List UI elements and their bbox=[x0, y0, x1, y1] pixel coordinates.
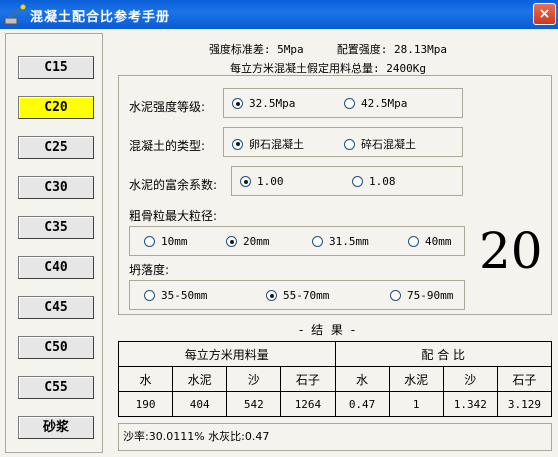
col-cement: 水泥 bbox=[172, 366, 228, 392]
grade-button-c55[interactable]: C55 bbox=[18, 376, 94, 399]
grade-button-c30[interactable]: C30 bbox=[18, 176, 94, 199]
crushed-stone-concrete-option[interactable]: 碎石混凝土 bbox=[344, 136, 416, 152]
water-ratio: 0.47 bbox=[334, 391, 390, 417]
col-cement-ratio: 水泥 bbox=[388, 366, 444, 392]
table-column-row: 水 水泥 沙 石子 水 水泥 沙 石子 bbox=[117, 366, 553, 392]
cement-grade-label: 水泥强度等级: bbox=[129, 100, 206, 114]
cement-grade-32-5-option[interactable]: 32.5Mpa bbox=[232, 97, 295, 110]
aggregate-40mm-option[interactable]: 40mm bbox=[408, 235, 452, 248]
results-table: 每立方米用料量 配 合 比 水 水泥 沙 石子 水 水泥 沙 石子 190 40… bbox=[117, 341, 553, 417]
slump-value-display: 20 bbox=[479, 222, 543, 280]
radio-selected-icon[interactable] bbox=[266, 290, 277, 301]
col-sand: 沙 bbox=[226, 366, 282, 392]
grade-button-c45[interactable]: C45 bbox=[18, 296, 94, 319]
radio-icon[interactable] bbox=[344, 98, 355, 109]
radio-selected-icon[interactable] bbox=[226, 236, 237, 247]
cement-surplus-label: 水泥的富余系数: bbox=[129, 178, 218, 192]
aggregate-31-5mm-option[interactable]: 31.5mm bbox=[312, 235, 369, 248]
close-icon: × bbox=[538, 6, 551, 22]
main-panel: 强度标准差: 5Mpa 配置强度: 28.13Mpa 每立方米混凝土假定用料总量… bbox=[108, 29, 556, 457]
col-sand-ratio: 沙 bbox=[442, 366, 498, 392]
radio-icon[interactable] bbox=[390, 290, 401, 301]
radio-icon[interactable] bbox=[408, 236, 419, 247]
cement-surplus-group: 1.00 1.08 bbox=[231, 166, 463, 196]
grade-button-c20[interactable]: C20 bbox=[18, 96, 94, 119]
pebble-concrete-option[interactable]: 卵石混凝土 bbox=[232, 136, 304, 152]
slump-label: 坍落度: bbox=[129, 263, 170, 277]
sand-ratio: 1.342 bbox=[442, 391, 498, 417]
sand-amount: 542 bbox=[226, 391, 282, 417]
col-water: 水 bbox=[117, 366, 174, 392]
col-water-ratio: 水 bbox=[334, 366, 390, 392]
parameters-group: 水泥强度等级: 32.5Mpa 42.5Mpa 混凝土的类型: 卵石混凝土 碎石… bbox=[118, 75, 552, 315]
radio-selected-icon[interactable] bbox=[232, 138, 243, 150]
slump-group: 35-50mm 55-70mm 75-90mm bbox=[129, 280, 465, 310]
radio-icon[interactable] bbox=[144, 236, 155, 247]
title-bar: 混凝土配合比参考手册 × bbox=[0, 0, 558, 29]
aggregate-20mm-option[interactable]: 20mm bbox=[226, 235, 270, 248]
radio-selected-icon[interactable] bbox=[232, 98, 243, 109]
results-title: - 结 果 - bbox=[298, 323, 358, 337]
assumed-mass-text: 每立方米混凝土假定用料总量: 2400Kg bbox=[230, 62, 426, 75]
aggregate-size-group: 10mm 20mm 31.5mm 40mm bbox=[129, 226, 465, 256]
client-area: C15 C20 C25 C30 C35 C40 C45 C50 C55 砂浆 强… bbox=[0, 29, 558, 457]
radio-icon[interactable] bbox=[144, 290, 155, 301]
concrete-type-label: 混凝土的类型: bbox=[129, 139, 206, 153]
cement-ratio: 1 bbox=[388, 391, 444, 417]
concrete-type-group: 卵石混凝土 碎石混凝土 bbox=[223, 127, 463, 157]
std-dev-text: 强度标准差: 5Mpa bbox=[208, 43, 304, 56]
slump-75-90-option[interactable]: 75-90mm bbox=[390, 289, 453, 302]
grade-button-c25[interactable]: C25 bbox=[18, 136, 94, 159]
radio-selected-icon[interactable] bbox=[240, 176, 251, 187]
strength-header: 强度标准差: 5Mpa 配置强度: 28.13Mpa bbox=[108, 41, 548, 57]
cement-grade-group: 32.5Mpa 42.5Mpa bbox=[223, 88, 463, 118]
aggregate-10mm-option[interactable]: 10mm bbox=[144, 235, 188, 248]
amount-group-header: 每立方米用料量 bbox=[118, 341, 336, 367]
grade-button-c50[interactable]: C50 bbox=[18, 336, 94, 359]
grade-panel: C15 C20 C25 C30 C35 C40 C45 C50 C55 砂浆 bbox=[5, 33, 103, 453]
prep-strength-text: 配置强度: 28.13Mpa bbox=[336, 43, 448, 56]
table-header-group-row: 每立方米用料量 配 合 比 bbox=[118, 341, 552, 367]
grade-button-c40[interactable]: C40 bbox=[18, 256, 94, 279]
grade-button-c15[interactable]: C15 bbox=[18, 56, 94, 79]
radio-icon[interactable] bbox=[344, 138, 355, 150]
cement-amount: 404 bbox=[172, 391, 228, 417]
summary-text: 沙率:30.0111% 水灰比:0.47 bbox=[118, 423, 552, 451]
window-title: 混凝土配合比参考手册 bbox=[30, 10, 171, 25]
stone-ratio: 3.129 bbox=[496, 391, 553, 417]
col-stone-ratio: 石子 bbox=[496, 366, 553, 392]
ratio-group-header: 配 合 比 bbox=[334, 341, 552, 367]
col-stone: 石子 bbox=[280, 366, 336, 392]
slump-55-70-option[interactable]: 55-70mm bbox=[266, 289, 329, 302]
cement-grade-42-5-option[interactable]: 42.5Mpa bbox=[344, 97, 407, 110]
radio-icon[interactable] bbox=[352, 176, 363, 187]
close-button[interactable]: × bbox=[533, 3, 556, 25]
stone-amount: 1264 bbox=[280, 391, 336, 417]
surplus-1-00-option[interactable]: 1.00 bbox=[240, 175, 284, 188]
grade-button-mortar[interactable]: 砂浆 bbox=[18, 416, 94, 439]
grade-button-c35[interactable]: C35 bbox=[18, 216, 94, 239]
water-amount: 190 bbox=[117, 391, 174, 417]
app-icon bbox=[4, 4, 26, 25]
table-row: 190 404 542 1264 0.47 1 1.342 3.129 bbox=[117, 391, 553, 417]
radio-icon[interactable] bbox=[312, 236, 323, 247]
slump-35-50-option[interactable]: 35-50mm bbox=[144, 289, 207, 302]
aggregate-size-label: 粗骨粒最大粒径: bbox=[129, 209, 218, 223]
surplus-1-08-option[interactable]: 1.08 bbox=[352, 175, 396, 188]
